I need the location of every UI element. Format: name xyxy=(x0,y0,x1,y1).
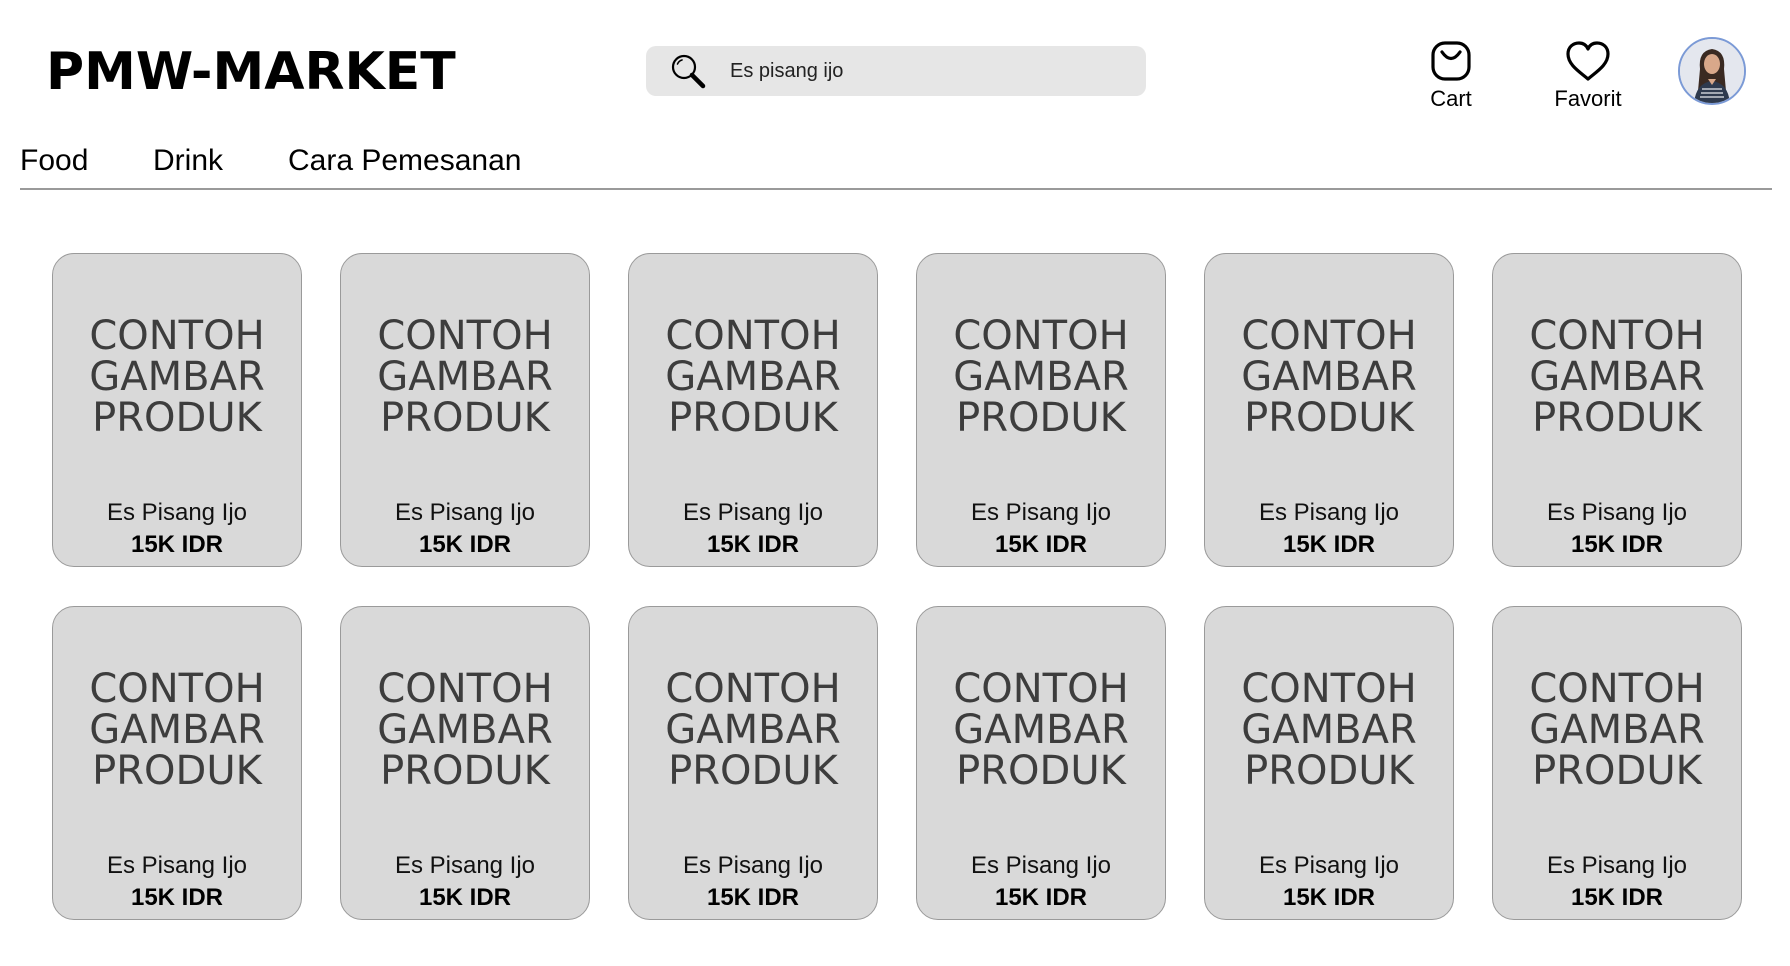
product-name: Es Pisang Ijo xyxy=(394,499,536,526)
product-name: Es Pisang Ijo xyxy=(970,852,1112,879)
product-card[interactable]: CONTOH GAMBAR PRODUK Es Pisang Ijo 15K I… xyxy=(340,253,590,567)
product-name: Es Pisang Ijo xyxy=(1546,852,1688,879)
favorite-button[interactable]: Favorit xyxy=(1550,38,1626,112)
product-image-placeholder: CONTOH GAMBAR PRODUK xyxy=(665,313,841,441)
product-image-placeholder: CONTOH GAMBAR PRODUK xyxy=(1241,313,1417,441)
product-image-placeholder: CONTOH GAMBAR PRODUK xyxy=(1529,313,1705,441)
product-card[interactable]: CONTOH GAMBAR PRODUK Es Pisang Ijo 15K I… xyxy=(52,606,302,920)
product-price: 15K IDR xyxy=(994,531,1088,558)
site-logo[interactable]: PMW-MARKET xyxy=(46,38,456,106)
product-price: 15K IDR xyxy=(994,884,1088,911)
search-icon[interactable] xyxy=(668,51,708,91)
product-card[interactable]: CONTOH GAMBAR PRODUK Es Pisang Ijo 15K I… xyxy=(916,606,1166,920)
product-price: 15K IDR xyxy=(418,884,512,911)
product-name: Es Pisang Ijo xyxy=(394,852,536,879)
heart-icon xyxy=(1564,38,1612,84)
product-card[interactable]: CONTOH GAMBAR PRODUK Es Pisang Ijo 15K I… xyxy=(628,253,878,567)
product-card[interactable]: CONTOH GAMBAR PRODUK Es Pisang Ijo 15K I… xyxy=(340,606,590,920)
product-name: Es Pisang Ijo xyxy=(1258,852,1400,879)
product-name: Es Pisang Ijo xyxy=(970,499,1112,526)
product-price: 15K IDR xyxy=(706,884,800,911)
product-name: Es Pisang Ijo xyxy=(682,499,824,526)
nav-item-food[interactable]: Food xyxy=(20,144,88,178)
nav-item-cara-pemesanan[interactable]: Cara Pemesanan xyxy=(288,144,521,178)
product-card[interactable]: CONTOH GAMBAR PRODUK Es Pisang Ijo 15K I… xyxy=(1492,253,1742,567)
favorite-label: Favorit xyxy=(1554,86,1622,111)
product-image-placeholder: CONTOH GAMBAR PRODUK xyxy=(89,313,265,441)
product-price: 15K IDR xyxy=(1282,884,1376,911)
product-card[interactable]: CONTOH GAMBAR PRODUK Es Pisang Ijo 15K I… xyxy=(52,253,302,567)
shopping-bag-icon xyxy=(1427,38,1475,84)
product-image-placeholder: CONTOH GAMBAR PRODUK xyxy=(1529,666,1705,794)
search-input[interactable] xyxy=(728,50,1146,92)
product-image-placeholder: CONTOH GAMBAR PRODUK xyxy=(1241,666,1417,794)
product-name: Es Pisang Ijo xyxy=(106,499,248,526)
product-name: Es Pisang Ijo xyxy=(1258,499,1400,526)
search-bar[interactable] xyxy=(646,46,1146,96)
user-avatar-icon xyxy=(1680,39,1744,103)
avatar[interactable] xyxy=(1678,37,1746,105)
product-card[interactable]: CONTOH GAMBAR PRODUK Es Pisang Ijo 15K I… xyxy=(1204,253,1454,567)
category-nav: Food Drink Cara Pemesanan xyxy=(20,140,1772,190)
product-card[interactable]: CONTOH GAMBAR PRODUK Es Pisang Ijo 15K I… xyxy=(628,606,878,920)
product-price: 15K IDR xyxy=(1570,531,1664,558)
product-card[interactable]: CONTOH GAMBAR PRODUK Es Pisang Ijo 15K I… xyxy=(1204,606,1454,920)
cart-button[interactable]: Cart xyxy=(1423,38,1479,112)
product-image-placeholder: CONTOH GAMBAR PRODUK xyxy=(377,666,553,794)
product-price: 15K IDR xyxy=(1570,884,1664,911)
product-image-placeholder: CONTOH GAMBAR PRODUK xyxy=(665,666,841,794)
product-name: Es Pisang Ijo xyxy=(1546,499,1688,526)
product-price: 15K IDR xyxy=(1282,531,1376,558)
product-card[interactable]: CONTOH GAMBAR PRODUK Es Pisang Ijo 15K I… xyxy=(916,253,1166,567)
product-grid: CONTOH GAMBAR PRODUK Es Pisang Ijo 15K I… xyxy=(52,253,1742,920)
cart-label: Cart xyxy=(1430,86,1472,111)
product-image-placeholder: CONTOH GAMBAR PRODUK xyxy=(953,666,1129,794)
product-image-placeholder: CONTOH GAMBAR PRODUK xyxy=(377,313,553,441)
product-price: 15K IDR xyxy=(130,531,224,558)
product-image-placeholder: CONTOH GAMBAR PRODUK xyxy=(953,313,1129,441)
product-price: 15K IDR xyxy=(706,531,800,558)
product-price: 15K IDR xyxy=(418,531,512,558)
product-price: 15K IDR xyxy=(130,884,224,911)
product-card[interactable]: CONTOH GAMBAR PRODUK Es Pisang Ijo 15K I… xyxy=(1492,606,1742,920)
product-name: Es Pisang Ijo xyxy=(106,852,248,879)
product-name: Es Pisang Ijo xyxy=(682,852,824,879)
product-image-placeholder: CONTOH GAMBAR PRODUK xyxy=(89,666,265,794)
nav-item-drink[interactable]: Drink xyxy=(153,144,223,178)
